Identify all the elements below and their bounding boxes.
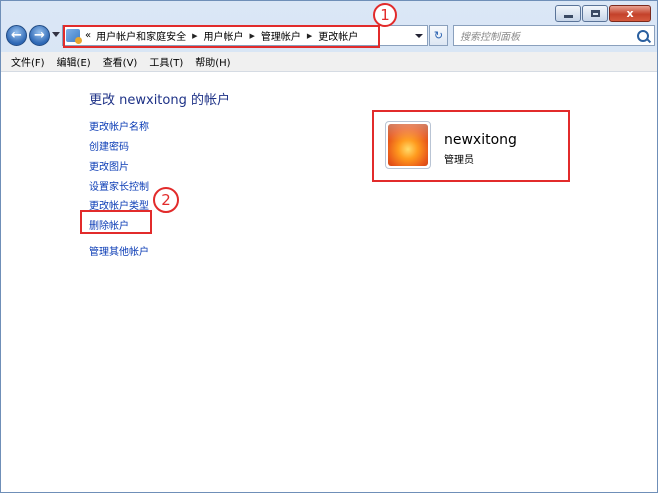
link-change-picture[interactable]: 更改图片: [89, 158, 129, 173]
back-arrow-icon: ←: [11, 28, 22, 43]
menu-bar: 文件(F) 编辑(E) 查看(V) 工具(T) 帮助(H): [1, 52, 657, 72]
menu-file[interactable]: 文件(F): [11, 54, 45, 69]
back-button[interactable]: ←: [6, 25, 27, 46]
link-create-password[interactable]: 创建密码: [89, 138, 129, 153]
maximize-button[interactable]: [582, 5, 608, 22]
avatar: [385, 121, 431, 169]
address-dropdown-icon[interactable]: [415, 34, 423, 38]
refresh-icon: ↻: [433, 29, 444, 42]
menu-edit[interactable]: 编辑(E): [57, 54, 91, 69]
link-change-account-name[interactable]: 更改帐户名称: [89, 118, 149, 133]
main-content: 更改 newxitong 的帐户 更改帐户名称 创建密码 更改图片 设置家长控制…: [1, 72, 657, 492]
search-input[interactable]: 搜索控制面板: [453, 25, 655, 46]
search-icon[interactable]: [637, 30, 649, 42]
forward-button[interactable]: →: [29, 25, 50, 46]
control-panel-window: x ← → « 用户帐户和家庭安全 ▶ 用户帐户 ▶ 管理帐户 ▶ 更改帐户 ↻…: [0, 0, 658, 493]
menu-tools[interactable]: 工具(T): [149, 54, 183, 69]
link-parental-controls[interactable]: 设置家长控制: [89, 178, 149, 193]
recent-pages-dropdown-icon[interactable]: [52, 32, 60, 37]
account-card: newxitong 管理员: [372, 110, 570, 182]
annotation-marker-2: 2: [153, 187, 179, 213]
account-name: newxitong: [444, 132, 517, 148]
window-controls: x: [555, 5, 651, 22]
account-role: 管理员: [444, 155, 474, 166]
menu-help[interactable]: 帮助(H): [195, 54, 230, 69]
annotation-highlight-address: [63, 25, 380, 48]
minimize-button[interactable]: [555, 5, 581, 22]
close-icon: x: [626, 7, 634, 20]
close-button[interactable]: x: [609, 5, 651, 22]
minimize-icon: [563, 15, 573, 18]
search-placeholder: 搜索控制面板: [460, 32, 520, 43]
annotation-highlight-delete: [80, 210, 152, 234]
page-title: 更改 newxitong 的帐户: [89, 93, 230, 108]
forward-arrow-icon: →: [34, 28, 45, 43]
link-manage-other-accounts[interactable]: 管理其他帐户: [89, 243, 149, 258]
user-picture-icon: [388, 124, 428, 166]
maximize-icon: [590, 10, 600, 17]
refresh-button[interactable]: ↻: [429, 25, 448, 46]
annotation-marker-1: 1: [373, 3, 397, 27]
menu-view[interactable]: 查看(V): [103, 54, 138, 69]
